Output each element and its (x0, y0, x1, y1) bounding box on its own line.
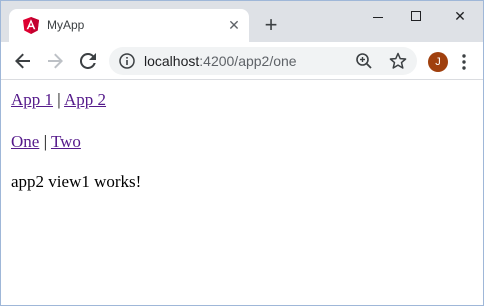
view-nav: One | Two (11, 132, 81, 152)
url-path: :4200/app2/one (199, 53, 297, 69)
kebab-menu-icon[interactable] (461, 53, 467, 71)
app-nav: App 1 | App 2 (11, 90, 106, 110)
arrow-right-icon (48, 53, 63, 69)
reload-icon (80, 53, 96, 69)
back-button[interactable] (13, 51, 33, 71)
app2-link[interactable]: App 2 (64, 90, 106, 109)
address-bar[interactable]: localhost:4200/app2/one (109, 47, 417, 75)
minimize-icon (373, 16, 383, 18)
url-text[interactable]: localhost:4200/app2/one (144, 53, 297, 69)
profile-avatar[interactable]: J (428, 52, 448, 72)
new-tab-button[interactable]: + (259, 13, 283, 37)
nav-separator: | (57, 90, 61, 109)
view-two-link[interactable]: Two (51, 132, 81, 151)
minimize-button[interactable] (363, 5, 393, 27)
maximize-button[interactable] (401, 5, 431, 27)
close-icon: ✕ (454, 8, 466, 24)
url-host: localhost (144, 53, 200, 69)
angular-logo-icon (23, 17, 39, 34)
arrow-left-icon (15, 53, 30, 69)
zoom-icon[interactable] (355, 52, 373, 70)
view-content-text: app2 view1 works! (11, 172, 142, 191)
nav-separator: | (43, 132, 47, 151)
app1-link[interactable]: App 1 (11, 90, 53, 109)
browser-tab[interactable]: MyApp ✕ (9, 9, 249, 42)
tab-title: MyApp (47, 18, 85, 32)
browser-toolbar: localhost:4200/app2/one J (1, 42, 483, 80)
browser-window: MyApp ✕ + ✕ localhost:4200/app2/one J Ap… (0, 0, 484, 306)
info-icon[interactable] (119, 53, 135, 69)
view-one-link[interactable]: One (11, 132, 39, 151)
forward-button[interactable] (45, 51, 65, 71)
window-close-button[interactable]: ✕ (445, 5, 475, 27)
tab-close-icon[interactable]: ✕ (227, 18, 241, 32)
maximize-icon (411, 11, 421, 21)
tab-strip: MyApp ✕ + ✕ (1, 1, 483, 42)
page-content: App 1 | App 2 One | Two app2 view1 works… (1, 81, 483, 306)
star-icon[interactable] (389, 52, 407, 70)
reload-button[interactable] (78, 51, 98, 71)
